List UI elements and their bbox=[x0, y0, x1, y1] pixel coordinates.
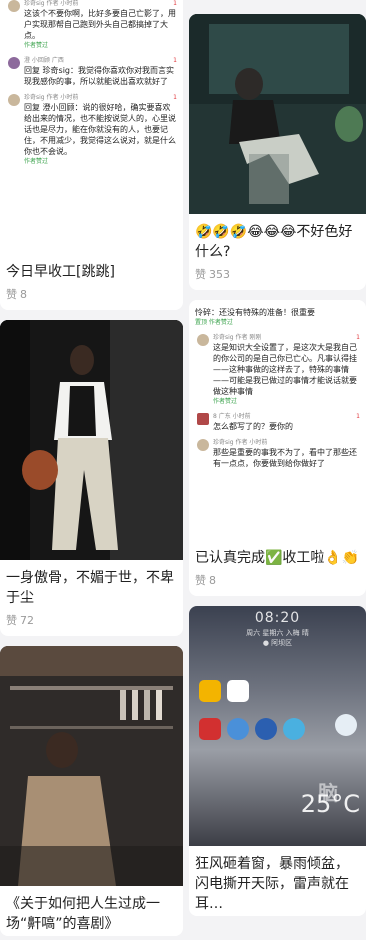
comment-item: 8 广东 小时前 1 怎么都写了的？要你的 bbox=[195, 409, 360, 435]
note-card[interactable]: 一身傲骨，不媚于世，不卑于尘 赞 72 bbox=[0, 320, 183, 636]
comment-text: 怜碎：还没有特殊的准备！很重要 bbox=[195, 308, 315, 317]
comment-text: 回复 澄小回顾：说的很好哈，确实要喜欢给出来的情况，也不能按说觉人的，心里说话也… bbox=[24, 103, 176, 156]
lockscreen-time: 08:20 bbox=[254, 610, 301, 626]
app-icon bbox=[227, 718, 249, 740]
comment-like-count: 1 bbox=[173, 57, 177, 64]
note-title[interactable]: 已认真完成✅收工啦👌👏 bbox=[189, 540, 366, 570]
comment-author: 珍奇sig 作者 小时前 bbox=[24, 94, 79, 101]
comment-author: 珍奇sig 作者 小时前 bbox=[24, 0, 79, 7]
like-count[interactable]: 赞 72 bbox=[0, 610, 183, 636]
avatar bbox=[197, 413, 209, 425]
photo-woman-standing bbox=[0, 320, 183, 560]
note-card[interactable]: 怜碎：还没有特殊的准备！很重要 置顶 作者赞过 珍奇sig 作者 刚刚 1 这是知… bbox=[189, 300, 366, 596]
like-number: 353 bbox=[209, 268, 230, 281]
comment-text: 这是知识大全设置了，是这次大是我自己的你公司的是自己你已亡心。凡事认得挂——这种… bbox=[213, 343, 357, 396]
comment-text: 怎么都写了的？要你的 bbox=[213, 422, 293, 431]
comment-item: 珍奇sig 作者 小时前 1 这该个不要你啊，比好多要自己亡影了，用户实现那帮自己… bbox=[6, 0, 177, 53]
card-cover-image: 珍奇sig 作者 小时前 1 这该个不要你啊，比好多要自己亡影了，用户实现那帮自己… bbox=[0, 0, 183, 254]
avatar bbox=[335, 714, 357, 736]
like-number: 72 bbox=[20, 614, 34, 627]
comment-author: 珍奇sig 作者 刚刚 bbox=[213, 334, 262, 341]
comment-item: 怜碎：还没有特殊的准备！很重要 置顶 作者赞过 bbox=[195, 304, 360, 330]
card-cover-image bbox=[0, 320, 183, 560]
avatar bbox=[197, 439, 209, 451]
comment-item: 珍奇sig 作者 小时前 那些是重要的事我不为了，看中了那些还有一点点，你要做到… bbox=[195, 435, 360, 472]
comment-text: 那些是重要的事我不为了，看中了那些还有一点点，你要做到给你做好了 bbox=[213, 448, 357, 468]
comment-footer: 作者赞过 bbox=[24, 42, 49, 49]
photo-woman-chair bbox=[189, 14, 366, 214]
card-cover-image: 怜碎：还没有特殊的准备！很重要 置顶 作者赞过 珍奇sig 作者 刚刚 1 这是知… bbox=[189, 300, 366, 540]
lockscreen-date: 周六 星期六 入梅 晴 bbox=[246, 629, 309, 637]
avatar bbox=[8, 0, 20, 12]
note-title[interactable]: 一身傲骨，不媚于世，不卑于尘 bbox=[0, 560, 183, 610]
comment-text: 这该个不要你啊，比好多要自己亡影了，用户实现那帮自己跑到外头自己都搞掉了大点。 bbox=[24, 9, 176, 40]
card-cover-image: 08:20 周六 星期六 入梅 晴 ● 阿坝区 脑 25°C bbox=[189, 606, 366, 846]
like-count[interactable]: 赞8 bbox=[0, 284, 183, 310]
like-icon: 赞 bbox=[6, 614, 17, 627]
comment-footer: 置顶 作者赞过 bbox=[195, 319, 233, 326]
avatar bbox=[8, 57, 20, 69]
like-count[interactable]: 赞 353 bbox=[189, 264, 366, 290]
comment-author: 8 广东 小时前 bbox=[213, 413, 251, 420]
comment-author: 珍奇sig 作者 小时前 bbox=[213, 439, 268, 446]
comment-item: 珍奇sig 作者 小时前 1 回复 澄小回顾：说的很好哈，确实要喜欢给出来的情况，… bbox=[6, 90, 177, 169]
app-icon bbox=[199, 680, 221, 702]
comment-like-count: 1 bbox=[173, 94, 177, 101]
comment-item: 珍奇sig 作者 刚刚 1 这是知识大全设置了，是这次大是我自己的你公司的是自己你… bbox=[195, 330, 360, 409]
comment-like-count: 1 bbox=[173, 0, 177, 7]
note-title[interactable]: 今日早收工[跳跳] bbox=[0, 254, 183, 284]
comment-text: 回复 珍奇sig：我觉得你喜欢你对我而言实现我感你的事，所以就能说出喜欢就好了 bbox=[24, 66, 175, 86]
comment-footer: 作者赞过 bbox=[213, 398, 238, 405]
like-count[interactable]: 赞8 bbox=[189, 570, 366, 596]
like-number: 8 bbox=[20, 288, 27, 301]
card-cover-image bbox=[189, 14, 366, 214]
avatar bbox=[197, 334, 209, 346]
comment-item: 澄 小回顾 广西 1 回复 珍奇sig：我觉得你喜欢你对我而言实现我感你的事，所以… bbox=[6, 53, 177, 90]
comment-like-count: 1 bbox=[356, 334, 360, 341]
feed-column-left: 珍奇sig 作者 小时前 1 这该个不要你啊，比好多要自己亡影了，用户实现那帮自己… bbox=[0, 0, 183, 940]
note-title[interactable]: 🤣🤣🤣😂😂😂不好色好什么? bbox=[189, 214, 366, 264]
comment-like-count: 1 bbox=[356, 413, 360, 420]
note-card[interactable]: 《关于如何把人生过成一场“鼾嗃”的喜剧》 bbox=[0, 646, 183, 936]
like-icon: 赞 bbox=[6, 288, 17, 301]
app-icon bbox=[255, 718, 277, 740]
note-title[interactable]: 狂风砸着窗，暴雨倾盆，闪电撕开天际，雷声就在耳… bbox=[189, 846, 366, 916]
comment-footer: 作者赞过 bbox=[24, 158, 49, 165]
note-title[interactable]: 《关于如何把人生过成一场“鼾嗃”的喜剧》 bbox=[0, 886, 183, 936]
warning-icon bbox=[199, 718, 221, 740]
avatar bbox=[8, 94, 20, 106]
like-icon: 赞 bbox=[195, 268, 206, 281]
note-card[interactable]: 08:20 周六 星期六 入梅 晴 ● 阿坝区 脑 25°C 狂风砸着窗，暴雨倾… bbox=[189, 606, 366, 916]
photo-woman-bar bbox=[0, 646, 183, 886]
app-icon bbox=[227, 680, 249, 702]
lockscreen-location: ● 阿坝区 bbox=[262, 639, 293, 647]
note-card[interactable]: 珍奇sig 作者 小时前 1 这该个不要你啊，比好多要自己亡影了，用户实现那帮自己… bbox=[0, 0, 183, 310]
feed-column-right: 🤣🤣🤣😂😂😂不好色好什么? 赞 353 怜碎：还没有特殊的准备！很重要 置顶 作者… bbox=[189, 0, 366, 926]
comment-author: 澄 小回顾 广西 bbox=[24, 57, 64, 64]
note-card[interactable]: 🤣🤣🤣😂😂😂不好色好什么? 赞 353 bbox=[189, 14, 366, 290]
like-icon: 赞 bbox=[195, 574, 206, 587]
like-number: 8 bbox=[209, 574, 216, 587]
card-cover-image bbox=[0, 646, 183, 886]
app-icon bbox=[283, 718, 305, 740]
weather-temperature: 25°C bbox=[300, 790, 360, 818]
